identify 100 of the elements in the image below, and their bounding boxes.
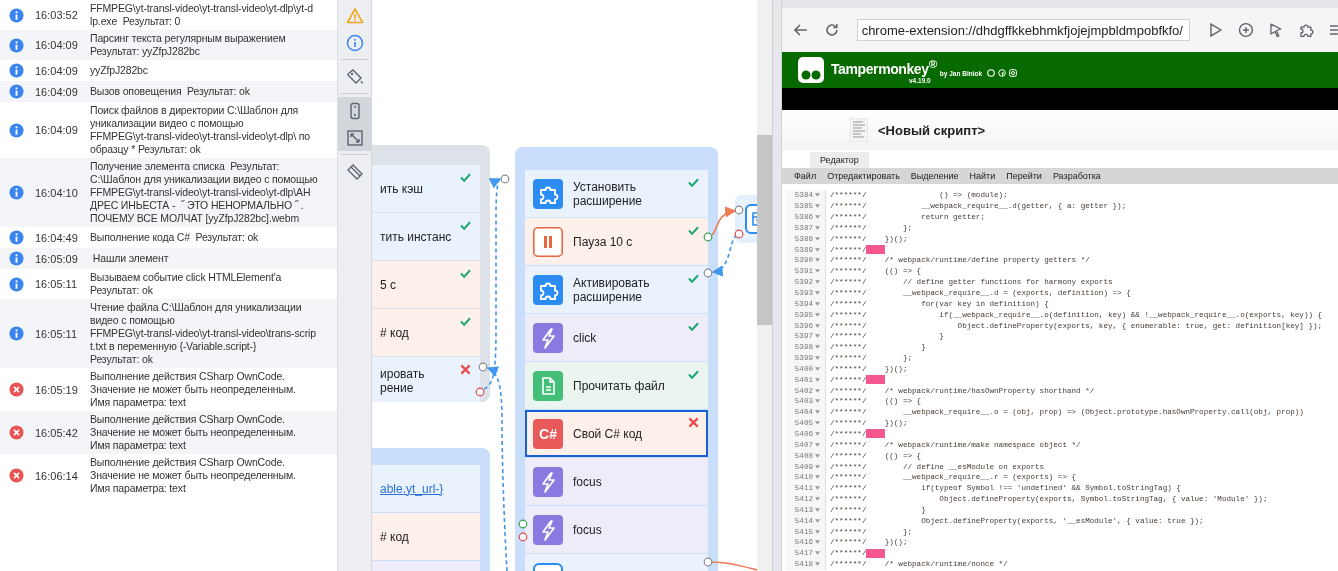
fold-arrow-icon[interactable] — [815, 377, 820, 382]
fold-arrow-icon[interactable] — [815, 280, 820, 285]
port-dot[interactable] — [734, 229, 744, 239]
facebook-icon[interactable] — [998, 68, 1007, 77]
variable-link[interactable]: able.yt_url-} — [380, 481, 444, 496]
log-time: 16:05:09 — [34, 252, 79, 265]
action-block[interactable]: click — [525, 314, 708, 361]
action-block[interactable]: Активировать расширение — [525, 266, 708, 313]
fold-arrow-icon[interactable] — [815, 551, 820, 556]
log-time: 16:04:09 — [34, 85, 79, 98]
log-time: 16:04:09 — [34, 64, 79, 77]
action-block[interactable]: C# Свой C# код — [525, 410, 708, 457]
eraser-icon — [345, 162, 364, 181]
info-icon — [9, 63, 24, 78]
reload-icon[interactable] — [823, 22, 840, 38]
action-label: 5 с — [380, 277, 396, 292]
fold-arrow-icon[interactable] — [815, 388, 820, 393]
action-block[interactable]: # код — [372, 309, 480, 356]
connector-line — [711, 561, 757, 571]
action-label: ить кэш — [380, 181, 423, 196]
fold-arrow-icon[interactable] — [815, 421, 820, 426]
action-block[interactable]: # код — [372, 513, 480, 560]
fold-arrow-icon[interactable] — [815, 301, 820, 306]
fold-arrow-icon[interactable] — [815, 464, 820, 469]
action-block[interactable]: Пауза 10 с — [525, 218, 708, 265]
github-icon[interactable] — [987, 68, 996, 77]
log-time: 16:06:14 — [34, 469, 79, 482]
log-message: Выполнение кода C# Результат: ok — [90, 231, 260, 244]
fold-arrow-icon[interactable] — [815, 453, 820, 458]
instagram-icon[interactable] — [1009, 68, 1018, 77]
info-icon — [9, 230, 24, 245]
info-icon — [9, 251, 24, 266]
puzzle-icon[interactable] — [1299, 22, 1316, 38]
menu-item[interactable]: Перейти — [1006, 171, 1042, 181]
fold-arrow-icon[interactable] — [815, 442, 820, 447]
menu-item[interactable]: Отредактировать — [827, 171, 900, 181]
scrollbar[interactable] — [757, 0, 772, 571]
fold-arrow-icon[interactable] — [815, 204, 820, 209]
action-block[interactable]: Прочитать файл — [525, 362, 708, 409]
menu-item[interactable]: Файл — [794, 171, 817, 181]
port-dot[interactable] — [478, 362, 488, 372]
port-dot[interactable] — [518, 519, 528, 529]
action-block[interactable]: ить кэш — [372, 165, 480, 212]
log-time: 16:04:09 — [34, 39, 79, 51]
fold-arrow-icon[interactable] — [815, 247, 820, 252]
log-message: FFMPEG\yt-transl-video\yt-transl-video\yt-dlp\yt-d lp.exe Результат: 0 — [90, 2, 314, 28]
fold-arrow-icon[interactable] — [815, 291, 820, 295]
menu-item[interactable]: Выделение — [910, 171, 959, 181]
fold-arrow-icon[interactable] — [815, 193, 820, 198]
action-label: Активировать расширение — [573, 275, 650, 304]
port-dot[interactable] — [734, 205, 744, 215]
menu-item[interactable]: Найти — [969, 171, 996, 181]
fold-arrow-icon[interactable] — [815, 258, 820, 263]
port-dot[interactable] — [703, 232, 713, 242]
log-message: Получение элемента списка Результат: C:\Шаблон для уникализации видео с помощью FFMPEG\yt-transl-video\yt-transl-video\yt-dlp\АН ДРЕС ИНЬЕСТА - ˝ ЭТО НЕНОРМАЛЬНО ˝ . ПОЧЕМУ ВСЕ МОЛЧАТ [yyZfpJ282bc].webm — [90, 160, 319, 225]
log-time: 16:05:11 — [34, 327, 78, 340]
port-dot[interactable] — [703, 268, 713, 278]
editor-tab[interactable]: Редактор — [810, 152, 869, 168]
port-dot[interactable] — [518, 532, 528, 542]
menu-icon[interactable] — [1330, 23, 1338, 37]
fold-arrow-icon[interactable] — [815, 269, 820, 274]
fold-arrow-icon[interactable] — [815, 518, 820, 523]
fold-arrow-icon[interactable] — [815, 540, 820, 545]
tool-button[interactable] — [338, 124, 371, 151]
action-block[interactable]: ировать рение — [372, 357, 480, 402]
fold-arrow-icon[interactable] — [815, 475, 820, 480]
action-block[interactable]: Установить расширение — [525, 170, 708, 217]
info-icon — [9, 326, 24, 341]
fold-arrow-icon[interactable] — [815, 236, 820, 241]
fold-arrow-icon[interactable] — [815, 486, 820, 491]
action-block[interactable]: able.yt_url-} — [372, 465, 480, 512]
menu-item[interactable]: Разработка — [1052, 171, 1101, 181]
port-dot[interactable] — [500, 174, 510, 184]
fold-arrow-icon[interactable] — [815, 432, 820, 436]
fold-arrow-icon[interactable] — [815, 529, 820, 534]
fold-arrow-icon[interactable] — [815, 323, 820, 328]
log-message: Выполнение действия CSharp OwnCode. Значение не может быть неопределенным. Имя параметра: text — [90, 456, 297, 495]
fold-arrow-icon[interactable] — [815, 334, 820, 339]
back-icon[interactable] — [793, 22, 809, 38]
address-field[interactable]: chrome-extension://dhdgffkkebhmkfjojejmpbldmpobfkfo/ — [856, 19, 1190, 41]
fold-arrow-icon[interactable] — [815, 312, 820, 317]
tag-icon — [345, 67, 364, 86]
log-message: Выполнение действия CSharp OwnCode. Значение не может быть неопределенным. Имя параметра: text — [90, 370, 297, 409]
fold-arrow-icon[interactable] — [815, 562, 820, 567]
port-dot[interactable] — [703, 557, 713, 567]
port-dot[interactable] — [475, 387, 485, 397]
plus-circle-icon[interactable] — [1237, 22, 1254, 38]
log-message: yyZfpJ282bc — [90, 64, 149, 77]
log-message: Нашли элемент — [91, 252, 170, 265]
action-block[interactable]: focus — [525, 458, 708, 505]
info-icon — [9, 84, 24, 99]
action-block[interactable]: 5 с — [372, 261, 480, 308]
action-block[interactable]: focus — [525, 506, 708, 553]
action-block[interactable]: тить инстанс — [372, 213, 480, 260]
fold-arrow-icon[interactable] — [815, 345, 820, 350]
brand-name: Tampermonkey$^{®}$ — [831, 56, 937, 77]
tool-button[interactable] — [338, 97, 371, 124]
language-badge: C# — [533, 418, 563, 449]
fold-arrow-icon[interactable] — [815, 399, 820, 404]
fold-arrow-icon[interactable] — [815, 410, 820, 415]
